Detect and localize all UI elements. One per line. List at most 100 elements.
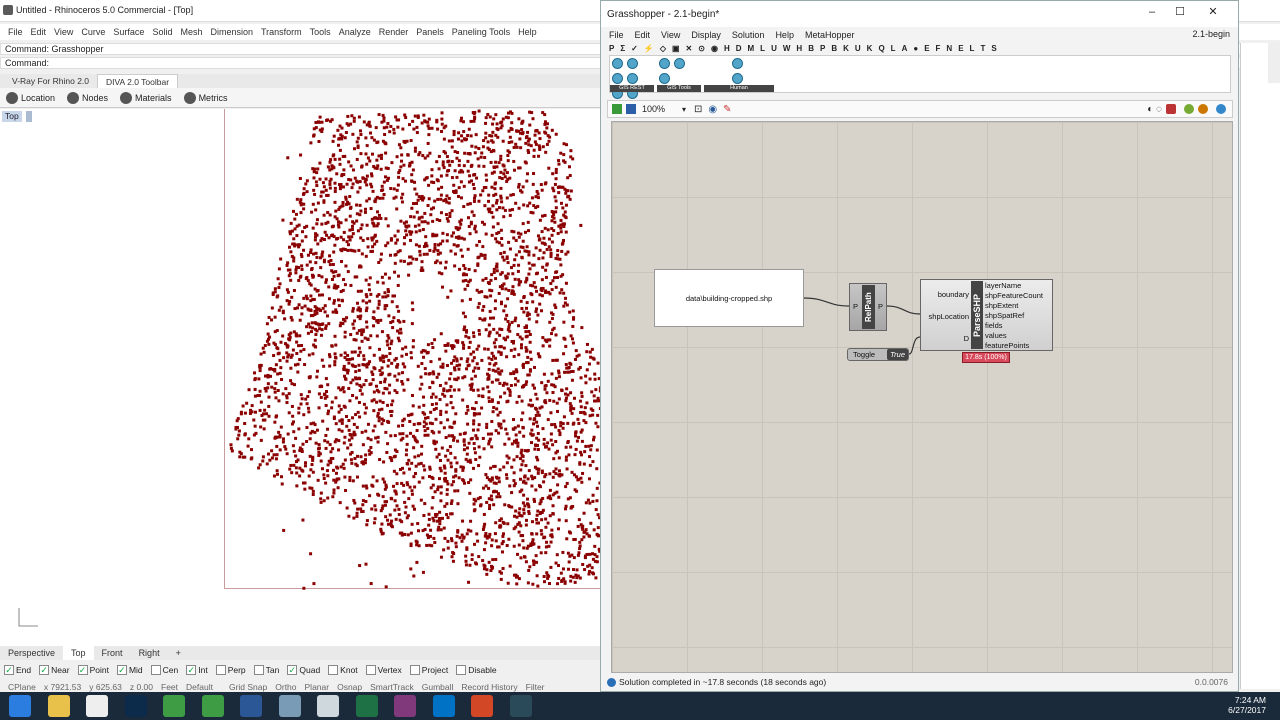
gh-tab[interactable]: ▣ bbox=[672, 44, 680, 53]
osnap-checkbox[interactable]: ✓ bbox=[287, 665, 298, 675]
osnap-checkbox[interactable] bbox=[456, 665, 467, 675]
viewport-tab-perspective[interactable]: Perspective bbox=[0, 646, 63, 660]
component-icon[interactable] bbox=[732, 58, 743, 69]
sphere-icon[interactable] bbox=[1216, 104, 1226, 114]
chrome-icon[interactable] bbox=[201, 695, 224, 717]
save-icon[interactable] bbox=[626, 104, 636, 114]
relpath-component[interactable]: P RelPath P bbox=[849, 283, 887, 331]
gh-tab[interactable]: Q bbox=[878, 44, 884, 53]
rhino-menu-render[interactable]: Render bbox=[379, 27, 409, 37]
gh-tab[interactable]: ◉ bbox=[711, 44, 718, 53]
osnap-checkbox[interactable]: ✓ bbox=[4, 665, 14, 675]
grasshopper-icon[interactable] bbox=[509, 695, 532, 717]
gh-tab[interactable]: F bbox=[936, 44, 941, 53]
component-icon[interactable] bbox=[659, 58, 670, 69]
rhino-menu-panels[interactable]: Panels bbox=[416, 27, 444, 37]
rhino-menu-dimension[interactable]: Dimension bbox=[210, 27, 253, 37]
gh-tab[interactable]: L bbox=[970, 44, 975, 53]
preview-eye-icon[interactable]: ◉ bbox=[708, 104, 717, 115]
gh-tab[interactable]: Σ bbox=[620, 44, 625, 53]
osnap-checkbox[interactable]: ✓ bbox=[77, 665, 88, 675]
gh-tab[interactable]: U bbox=[855, 44, 861, 53]
add-viewport-icon[interactable]: + bbox=[168, 646, 189, 660]
rhino-menu-help[interactable]: Help bbox=[518, 27, 537, 37]
gh-menu-display[interactable]: Display bbox=[691, 30, 721, 40]
osnap-perp[interactable]: Perp bbox=[215, 665, 250, 675]
gh-tab[interactable]: ◇ bbox=[660, 44, 666, 53]
osnap-checkbox[interactable] bbox=[328, 665, 339, 675]
gh-tab[interactable]: H bbox=[796, 44, 802, 53]
rhino-menu-surface[interactable]: Surface bbox=[113, 27, 144, 37]
diva-nodes-button[interactable]: Nodes bbox=[67, 91, 108, 104]
remote-icon[interactable] bbox=[317, 695, 339, 717]
osnap-checkbox[interactable] bbox=[253, 665, 264, 675]
gh-tab[interactable]: H bbox=[724, 44, 730, 53]
osnap-cen[interactable]: Cen bbox=[150, 665, 183, 675]
gh-menu-file[interactable]: File bbox=[609, 30, 624, 40]
gh-tab[interactable]: S bbox=[991, 44, 996, 53]
osnap-int[interactable]: ✓ Int bbox=[186, 665, 211, 675]
gh-tab[interactable]: K bbox=[843, 44, 849, 53]
gh-tab[interactable]: ✓ bbox=[631, 44, 638, 53]
system-clock[interactable]: 7:24 AM 6/27/2017 bbox=[1228, 695, 1266, 715]
gh-tab[interactable]: B bbox=[831, 44, 837, 53]
gh-menu-edit[interactable]: Edit bbox=[635, 30, 651, 40]
toggle-value[interactable]: True bbox=[887, 349, 908, 360]
gh-tab[interactable]: K bbox=[867, 44, 873, 53]
photoshop-icon[interactable] bbox=[124, 695, 147, 717]
osnap-checkbox[interactable]: ✓ bbox=[116, 665, 127, 675]
osnap-checkbox[interactable] bbox=[150, 665, 161, 675]
windows-icon[interactable] bbox=[9, 695, 31, 717]
network-icon[interactable] bbox=[278, 695, 301, 717]
gh-tab[interactable]: E bbox=[924, 44, 929, 53]
diva-metrics-button[interactable]: Metrics bbox=[183, 91, 228, 104]
gh-tab[interactable]: ⊙ bbox=[698, 44, 705, 53]
layer-label[interactable]: Default bbox=[186, 682, 213, 692]
rhino-menu-curve[interactable]: Curve bbox=[81, 27, 105, 37]
powerpoint-icon[interactable] bbox=[471, 695, 493, 717]
osnap-disable[interactable]: Disable bbox=[456, 665, 500, 675]
file-explorer-icon[interactable] bbox=[47, 695, 70, 717]
close-button[interactable]: ✕ bbox=[1195, 5, 1231, 19]
viewport-tab-front[interactable]: Front bbox=[94, 646, 131, 660]
toolbar-tab-0[interactable]: V-Ray For Rhino 2.0 bbox=[4, 74, 97, 88]
word-icon[interactable] bbox=[240, 695, 262, 717]
zoom-select[interactable]: 100% bbox=[642, 104, 682, 114]
gh-menu-view[interactable]: View bbox=[661, 30, 680, 40]
gh-tab[interactable]: U bbox=[771, 44, 777, 53]
rhino-menu-paneling-tools[interactable]: Paneling Tools bbox=[452, 27, 510, 37]
status-toggle-gumball[interactable]: Gumball bbox=[422, 682, 454, 692]
gh-tab[interactable]: ● bbox=[913, 44, 918, 53]
preview-mode-icons[interactable]: ◐ ◌ bbox=[1147, 104, 1162, 115]
parseshp-component[interactable]: boundary shpLocation D ParseSHP layerName s… bbox=[920, 279, 1053, 351]
gh-tab[interactable]: N bbox=[946, 44, 952, 53]
diva-location-button[interactable]: Location bbox=[6, 91, 55, 104]
chevron-down-icon[interactable]: ▾ bbox=[682, 105, 686, 114]
component-icon[interactable] bbox=[732, 73, 743, 84]
viewport-label[interactable]: Top bbox=[2, 111, 22, 122]
outlook-icon[interactable] bbox=[432, 695, 455, 717]
component-icon[interactable] bbox=[659, 73, 670, 84]
excel-icon[interactable] bbox=[355, 695, 378, 717]
gh-tab[interactable]: P bbox=[820, 44, 825, 53]
gh-tab[interactable]: B bbox=[808, 44, 814, 53]
onenote-icon[interactable] bbox=[394, 695, 416, 717]
osnap-checkbox[interactable] bbox=[365, 665, 376, 675]
gh-tab[interactable]: M bbox=[748, 44, 755, 53]
panel-component[interactable]: data\building-cropped.shp bbox=[654, 269, 804, 327]
osnap-tan[interactable]: Tan bbox=[253, 665, 284, 675]
rhino-menu-transform[interactable]: Transform bbox=[261, 27, 302, 37]
gh-tab[interactable]: E bbox=[958, 44, 963, 53]
component-icon[interactable] bbox=[674, 58, 685, 69]
osnap-knot[interactable]: Knot bbox=[328, 665, 362, 675]
gh-menu-metahopper[interactable]: MetaHopper bbox=[805, 30, 855, 40]
osnap-checkbox[interactable] bbox=[215, 665, 226, 675]
status-toggle-planar[interactable]: Planar bbox=[305, 682, 330, 692]
osnap-vertex[interactable]: Vertex bbox=[365, 665, 406, 675]
rhino-icon[interactable] bbox=[86, 695, 108, 717]
osnap-checkbox[interactable]: ✓ bbox=[186, 665, 197, 675]
component-icon[interactable] bbox=[612, 58, 623, 69]
rhino-menu-tools[interactable]: Tools bbox=[310, 27, 331, 37]
rhino-menu-mesh[interactable]: Mesh bbox=[180, 27, 202, 37]
status-toggle-filter[interactable]: Filter bbox=[526, 682, 545, 692]
